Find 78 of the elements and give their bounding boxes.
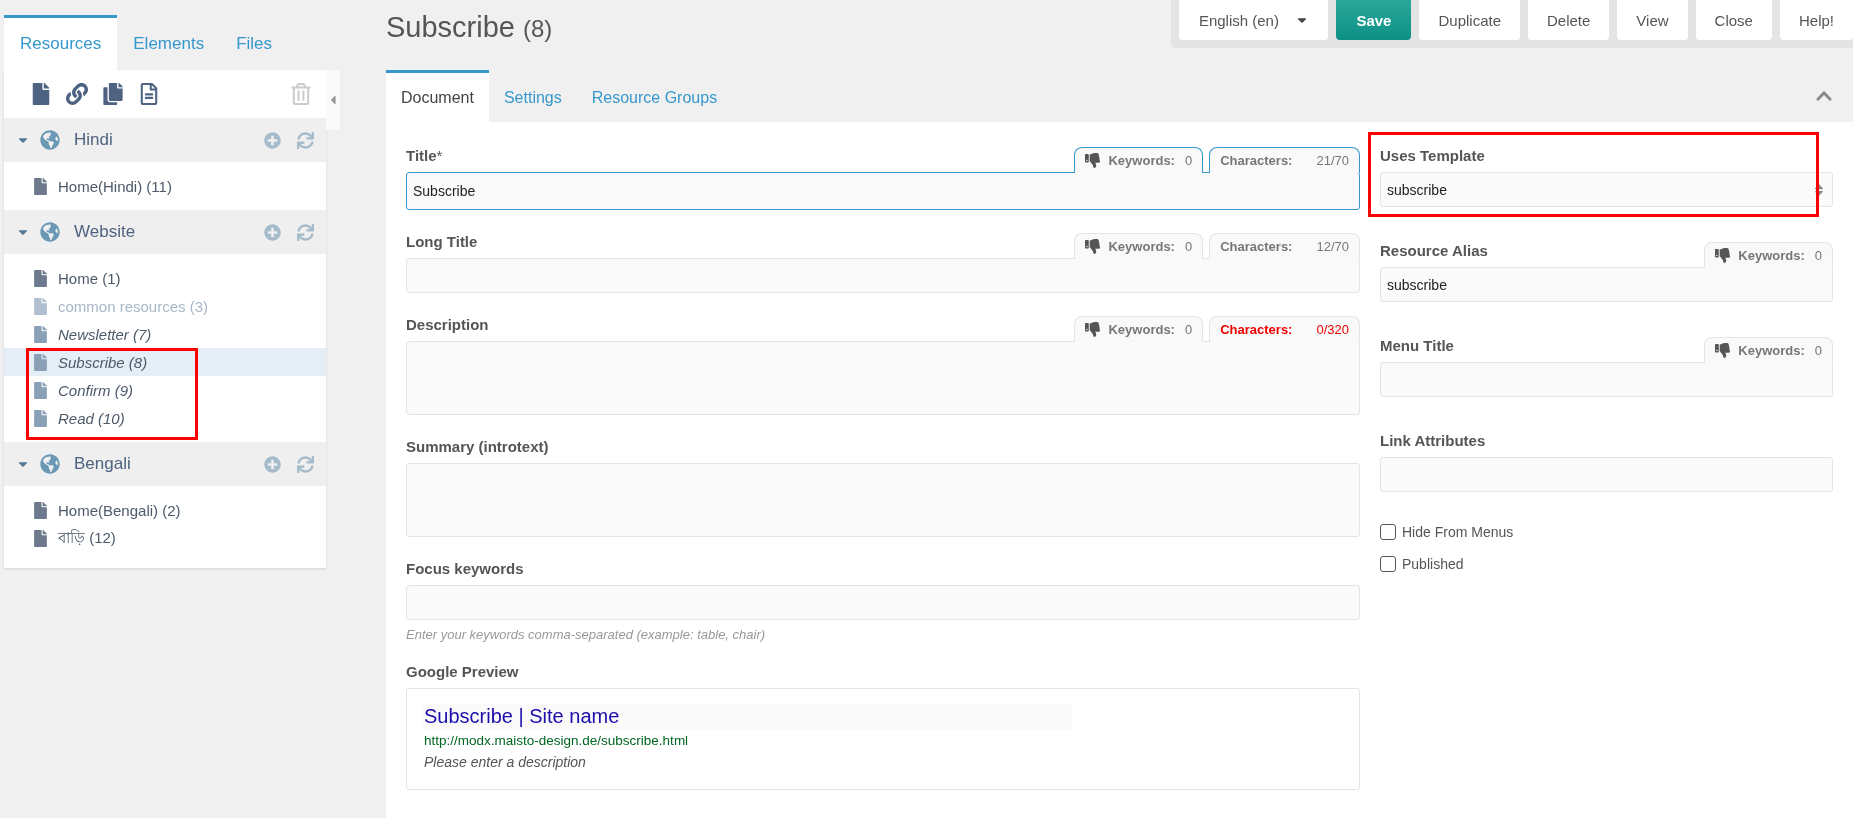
page-title: Subscribe (8) (386, 11, 553, 44)
characters-counter: Characters: 21/70 (1209, 147, 1360, 173)
globe-icon (40, 130, 60, 150)
collapse-handle[interactable] (326, 70, 340, 130)
characters-counter: Characters: 0/320 (1209, 316, 1360, 342)
field-label: Long Title (406, 233, 478, 252)
tree-item[interactable]: Home(Bengali) (2) (4, 496, 326, 524)
input-field[interactable]: Subscribe (406, 172, 1360, 210)
keywords-counter: Keywords: 0 (1074, 316, 1204, 342)
toolbar-button[interactable]: Close (1695, 0, 1772, 40)
tree-item[interactable]: বাড়ি (12) (4, 524, 326, 552)
field-label: Resource Alias (1380, 242, 1488, 261)
preview-url: http://modx.maisto-design.de/subscribe.html (423, 733, 690, 748)
field-label: Summary (introtext) (406, 438, 549, 457)
keywords-counter: Keywords: 0 (1704, 242, 1833, 268)
field-label: Menu Title (1380, 337, 1454, 356)
trash-icon[interactable] (290, 83, 312, 105)
thumbs-down-icon (1715, 248, 1731, 263)
toolbar-button[interactable]: Delete (1528, 0, 1610, 40)
context-header[interactable]: Hindi (4, 118, 326, 162)
keywords-counter: Keywords: 0 (1074, 233, 1204, 259)
toolbar-button[interactable]: View (1617, 0, 1688, 40)
checkbox-option[interactable]: Published (1380, 556, 1833, 572)
tree-item[interactable]: Confirm (9) (4, 376, 326, 404)
tree-item[interactable]: Read (10) (4, 404, 326, 432)
input-field[interactable]: subscribe (1380, 267, 1833, 302)
checkbox-option[interactable]: Hide From Menus (1380, 524, 1833, 540)
context-label: Bengali (74, 454, 132, 474)
context-header[interactable]: Website (4, 210, 326, 254)
thumbs-down-icon (1085, 322, 1101, 337)
input-field[interactable] (1380, 457, 1833, 492)
characters-counter: Characters: 12/70 (1209, 233, 1360, 259)
tree-item[interactable]: Home(Hindi) (11) (4, 172, 326, 200)
refresh-icon[interactable] (297, 223, 314, 241)
thumbs-down-icon (1715, 343, 1731, 358)
keywords-counter: Keywords: 0 (1704, 337, 1833, 363)
globe-icon (40, 454, 60, 474)
field-label: Uses Template (1380, 147, 1485, 166)
toolbar-button[interactable]: Duplicate (1419, 0, 1520, 40)
tree-item[interactable]: Newsletter (7) (4, 320, 326, 348)
template-select[interactable]: subscribe (1380, 172, 1833, 207)
add-icon[interactable] (264, 223, 281, 241)
add-icon[interactable] (264, 455, 281, 473)
preview-description: Please enter a description (423, 754, 587, 770)
preview-title: Subscribe | Site name (422, 704, 1072, 729)
link-icon[interactable] (66, 83, 88, 105)
toolbar-button[interactable]: Help! (1779, 0, 1853, 40)
checkbox[interactable] (1380, 524, 1396, 540)
context-label: Hindi (74, 130, 114, 150)
input-field[interactable] (1380, 362, 1833, 397)
tree-item[interactable]: Home (1) (4, 264, 326, 292)
context-label: Website (74, 222, 137, 242)
field-label: Description (406, 316, 489, 335)
field-label: Link Attributes (1380, 432, 1486, 451)
new-document-icon[interactable] (30, 83, 52, 105)
context-header[interactable]: Bengali (4, 442, 326, 486)
text-file-icon[interactable] (138, 83, 160, 105)
form-tab[interactable]: Document (386, 70, 489, 122)
tree-item[interactable]: Subscribe (8) (4, 348, 326, 376)
language-dropdown[interactable]: English (en) (1179, 0, 1329, 40)
keywords-counter: Keywords: 0 (1074, 147, 1204, 173)
thumbs-down-icon (1085, 153, 1101, 168)
add-icon[interactable] (264, 131, 281, 149)
copy-icon[interactable] (102, 83, 124, 105)
thumbs-down-icon (1085, 239, 1101, 254)
globe-icon (40, 222, 60, 242)
checkbox[interactable] (1380, 556, 1396, 572)
refresh-icon[interactable] (297, 131, 314, 149)
text-area[interactable] (406, 341, 1360, 415)
field-label: Google Preview (406, 663, 519, 682)
input-field[interactable] (406, 585, 1360, 620)
hint-text: Enter your keywords comma-separated (example: table, chair) (406, 627, 767, 642)
field-label: Focus keywords (406, 560, 524, 579)
input-field[interactable] (406, 258, 1360, 293)
text-area[interactable] (406, 463, 1360, 537)
sort-icon (1812, 182, 1826, 197)
refresh-icon[interactable] (297, 455, 314, 473)
field-label: Title* (406, 147, 443, 166)
